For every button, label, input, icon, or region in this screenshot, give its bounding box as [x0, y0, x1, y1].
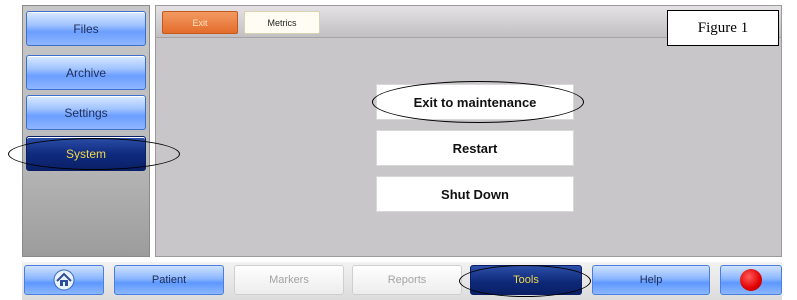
patient-button[interactable]: Patient: [114, 265, 224, 295]
tab-exit[interactable]: Exit: [162, 11, 238, 34]
button-label: Shut Down: [441, 186, 509, 202]
tab-label: Metrics: [267, 17, 297, 28]
help-button[interactable]: Help: [592, 265, 710, 295]
sidebar-item-label: Files: [73, 21, 99, 36]
tab-label: Exit: [192, 17, 208, 28]
button-label: Patient: [151, 274, 187, 286]
button-label: Reports: [387, 274, 427, 286]
sidebar-item-archive[interactable]: Archive: [26, 55, 146, 90]
restart-button[interactable]: Restart: [376, 130, 574, 166]
annotation-ellipse-tools: [459, 265, 591, 297]
record-button[interactable]: [720, 265, 782, 295]
figure-label-text: Figure 1: [697, 19, 749, 36]
sidebar: Files Archive Settings System: [22, 5, 150, 257]
sidebar-item-label: Archive: [65, 65, 106, 80]
shut-down-button[interactable]: Shut Down: [376, 176, 574, 212]
tab-metrics[interactable]: Metrics: [244, 11, 320, 34]
sidebar-item-label: Settings: [64, 105, 108, 120]
home-icon: [53, 269, 75, 291]
button-label: Restart: [452, 140, 498, 156]
bottom-toolbar: Patient Markers Reports Tools Help: [22, 262, 782, 300]
sidebar-item-settings[interactable]: Settings: [26, 95, 146, 130]
reports-button[interactable]: Reports: [352, 265, 462, 295]
markers-button[interactable]: Markers: [234, 265, 344, 295]
annotation-ellipse-system: [8, 138, 180, 170]
button-label: Help: [639, 274, 663, 286]
figure-label: Figure 1: [667, 10, 779, 46]
button-label: Markers: [269, 274, 309, 286]
home-button[interactable]: [24, 265, 104, 295]
record-icon: [740, 269, 762, 291]
annotation-ellipse-exit-to-maintenance: [372, 81, 584, 123]
sidebar-item-files[interactable]: Files: [26, 11, 146, 46]
